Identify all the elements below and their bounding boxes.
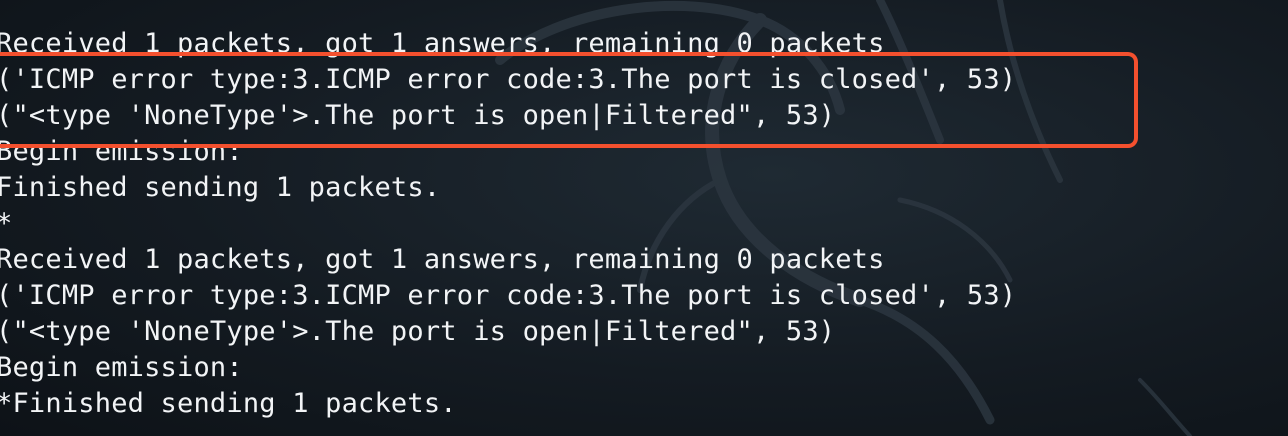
output-line: *Finished sending 1 packets. (0, 388, 457, 419)
output-line: * (0, 206, 1016, 242)
terminal-window[interactable]: Received 1 packets, got 1 answers, remai… (0, 0, 1288, 436)
output-line: Begin emission: (0, 136, 243, 167)
output-line: Begin emission: (0, 352, 243, 383)
output-line: Finished sending 1 packets. (0, 172, 441, 203)
output-line: Received 1 packets, got 1 answers, remai… (0, 28, 885, 59)
output-line: Received 1 packets, got 1 answers, remai… (0, 244, 885, 275)
output-line: ("<type 'NoneType'>.The port is open|Fil… (0, 100, 836, 131)
terminal-output: Received 1 packets, got 1 answers, remai… (0, 26, 1016, 422)
output-line: ('ICMP error type:3.ICMP error code:3.Th… (0, 64, 1017, 95)
output-line: ('ICMP error type:3.ICMP error code:3.Th… (0, 280, 1017, 311)
output-line: ("<type 'NoneType'>.The port is open|Fil… (0, 316, 836, 347)
